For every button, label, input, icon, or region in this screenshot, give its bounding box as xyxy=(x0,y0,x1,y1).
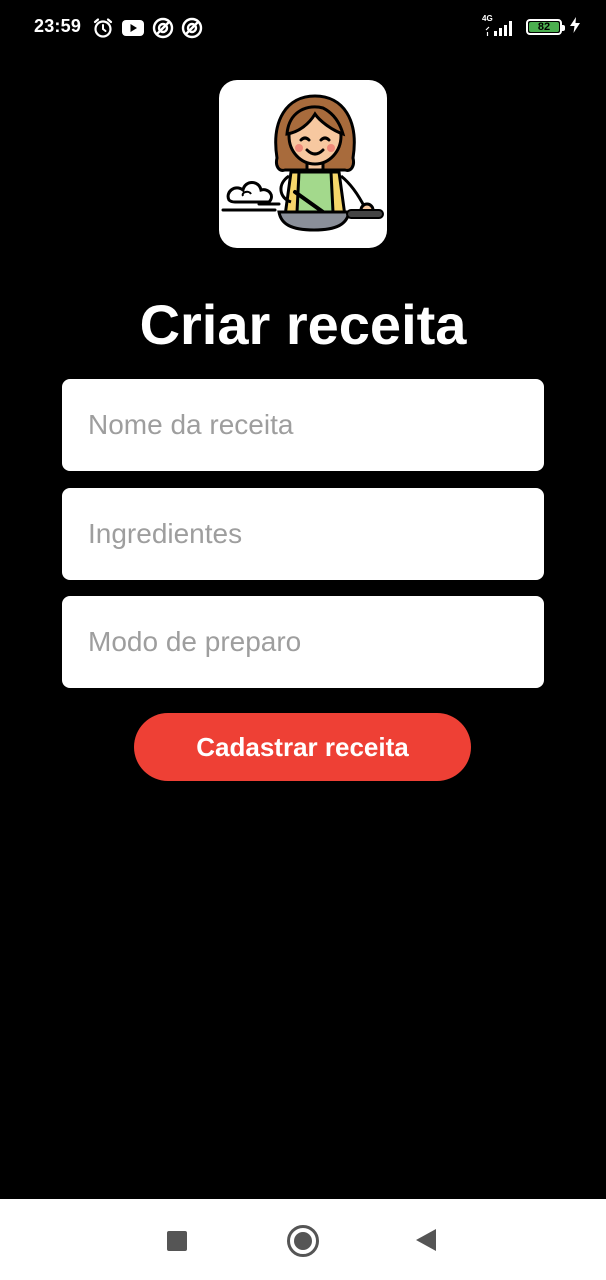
battery-level: 82 xyxy=(529,21,559,32)
navigation-bar xyxy=(0,1199,606,1280)
register-recipe-button[interactable]: Cadastrar receita xyxy=(134,713,471,781)
charging-icon xyxy=(570,16,580,38)
ingredients-input[interactable] xyxy=(62,488,544,580)
status-icons-left xyxy=(92,17,203,39)
battery-icon: 82 xyxy=(526,19,565,35)
preparation-method-input[interactable] xyxy=(62,596,544,688)
chef-cooking-icon xyxy=(221,94,384,232)
youtube-icon xyxy=(121,18,145,38)
page-title: Criar receita xyxy=(139,293,467,356)
status-time: 23:59 xyxy=(34,16,82,36)
status-bar: 23:59 4G 82 xyxy=(0,0,606,58)
recents-icon[interactable] xyxy=(167,1231,187,1251)
status-icons-right: 4G 82 xyxy=(482,14,580,38)
back-icon[interactable] xyxy=(416,1229,436,1251)
app-logo xyxy=(219,80,387,248)
recipe-name-input[interactable] xyxy=(62,379,544,471)
signal-icon: 4G xyxy=(482,14,518,38)
app-icon xyxy=(181,17,203,39)
home-icon[interactable] xyxy=(287,1225,319,1257)
app-icon xyxy=(152,17,174,39)
alarm-icon xyxy=(92,17,114,39)
